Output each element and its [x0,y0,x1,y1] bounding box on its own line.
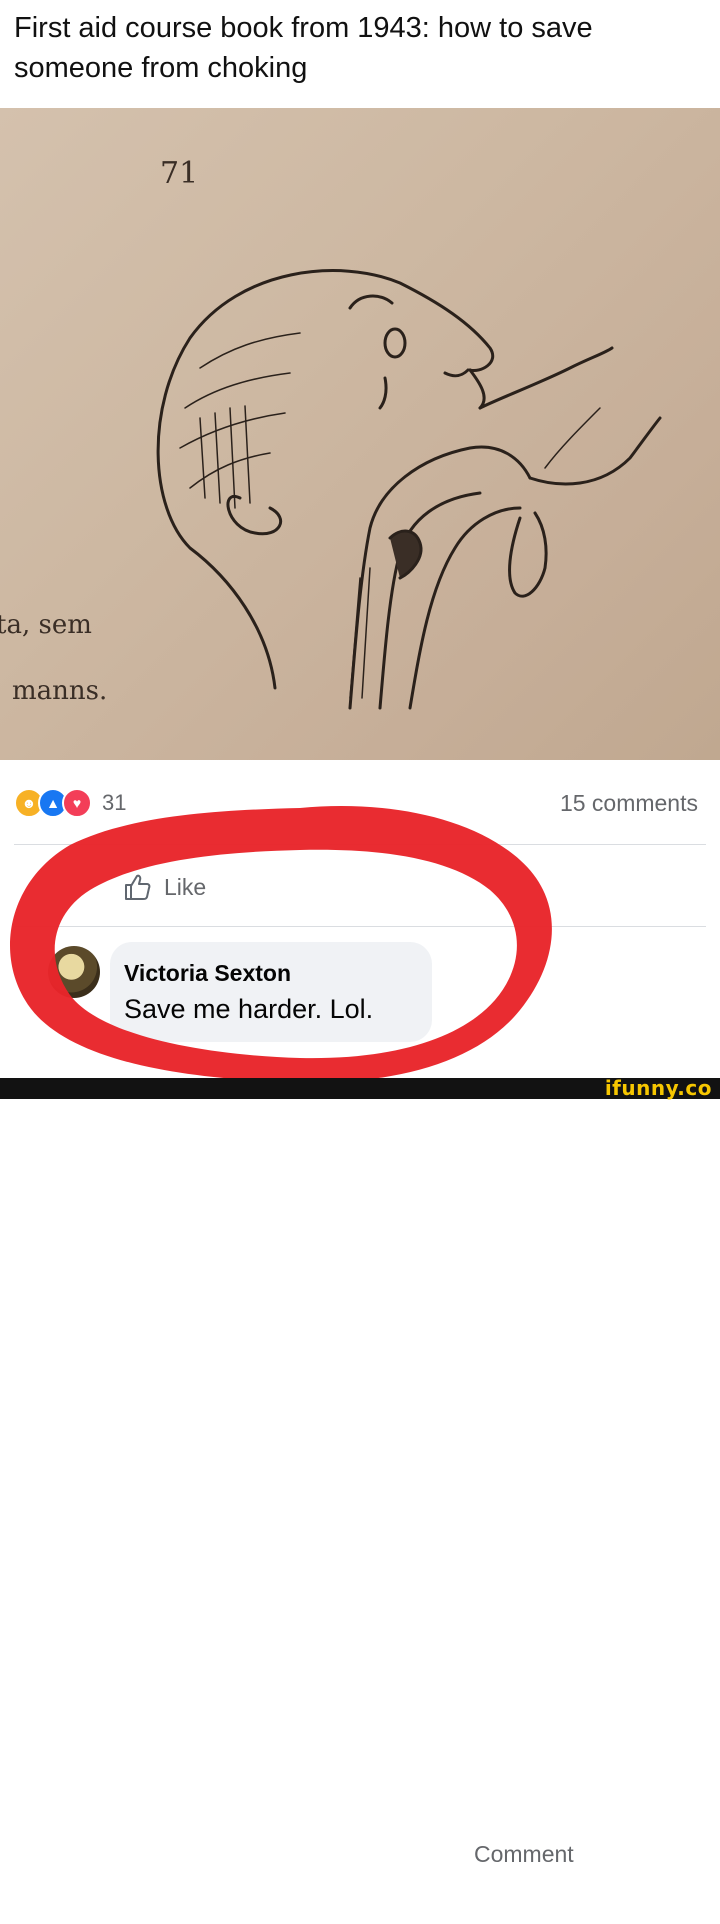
reaction-row: ☻ ▲ ♥ 31 15 comments [0,770,720,830]
divider [14,844,706,845]
post-caption: First aid course book from 1943: how to … [14,12,593,84]
comment-item: Victoria Sexton Save me harder. Lol. [0,938,720,1078]
thumbs-up-icon [125,874,151,900]
post-photo[interactable]: 71 ta, sem manns. [0,108,720,760]
like-button[interactable]: Like [122,872,206,902]
comments-count-link[interactable]: 15 comments [560,790,698,817]
reaction-count: 31 [102,790,127,815]
comment-bubble: Victoria Sexton Save me harder. Lol. [110,942,432,1042]
footer-bar: ifunny.co [0,1076,720,1100]
choking-illustration [156,269,662,710]
comment-button[interactable]: Comment [474,1784,720,1924]
comment-text: Save me harder. Lol. [124,994,374,1024]
reactions-summary[interactable]: ☻ ▲ ♥ 31 [14,788,126,818]
brand-logo: ifunny.co [604,1076,712,1100]
love-icon: ♥ [62,788,92,818]
comment-label: Comment [474,1840,574,1867]
avatar[interactable] [48,946,100,998]
divider [14,926,706,927]
comment-author[interactable]: Victoria Sexton [124,960,291,987]
action-bar: Like Comment [0,846,720,1867]
like-label: Like [164,873,207,900]
